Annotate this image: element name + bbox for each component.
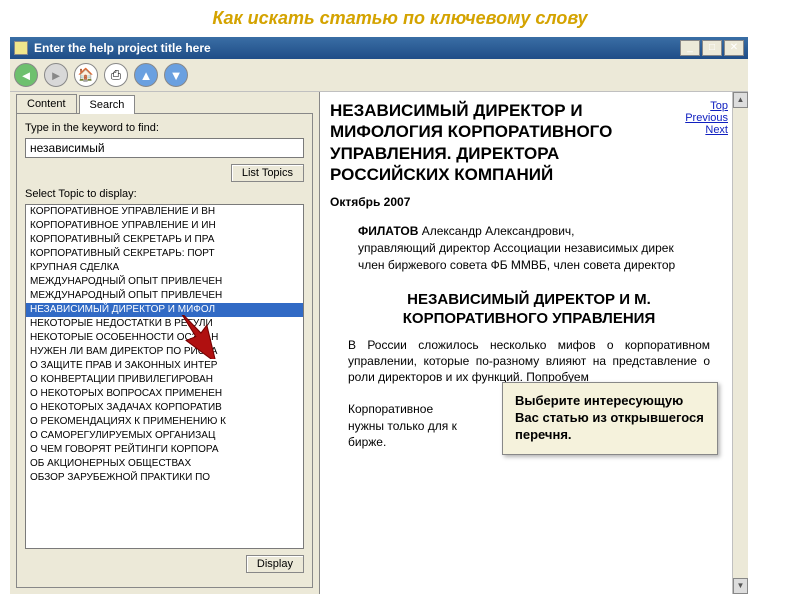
link-previous[interactable]: Previous: [676, 112, 728, 124]
author-surname: ФИЛАТОВ: [358, 224, 418, 238]
window-title: Enter the help project title here: [34, 41, 678, 55]
topic-list[interactable]: КОРПОРАТИВНОЕ УПРАВЛЕНИЕ И ВНКОРПОРАТИВН…: [25, 204, 304, 549]
author-block: ФИЛАТОВ Александр Александрович, управля…: [358, 223, 728, 273]
toolbar: ◄ ► 🏠 ⎙ ▲ ▼: [10, 59, 748, 92]
home-button[interactable]: 🏠: [74, 63, 98, 87]
minimize-button[interactable]: _: [680, 40, 700, 56]
display-button[interactable]: Display: [246, 555, 304, 573]
topic-item[interactable]: КОРПОРАТИВНЫЙ СЕКРЕТАРЬ И ПРА: [26, 233, 303, 247]
sidebar: Content Search Type in the keyword to fi…: [10, 92, 320, 594]
topic-item[interactable]: О НЕКОТОРЫХ ЗАДАЧАХ КОРПОРАТИВ: [26, 401, 303, 415]
topic-item[interactable]: О РЕКОМЕНДАЦИЯХ К ПРИМЕНЕНИЮ К: [26, 415, 303, 429]
topic-item[interactable]: КРУПНАЯ СДЕЛКА: [26, 261, 303, 275]
select-topic-label: Select Topic to display:: [25, 188, 304, 200]
topic-item[interactable]: О КОНВЕРТАЦИИ ПРИВИЛЕГИРОВАН: [26, 373, 303, 387]
close-button[interactable]: ✕: [724, 40, 744, 56]
tab-search[interactable]: Search: [79, 95, 136, 114]
maximize-button[interactable]: □: [702, 40, 722, 56]
paragraph-1: В России сложилось несколько мифов о кор…: [348, 337, 710, 386]
link-top[interactable]: Top: [676, 100, 728, 112]
app-icon: [14, 41, 28, 55]
topic-item[interactable]: МЕЖДУНАРОДНЫЙ ОПЫТ ПРИВЛЕЧЕН: [26, 275, 303, 289]
topic-item[interactable]: КОРПОРАТИВНЫЙ СЕКРЕТАРЬ: ПОРТ: [26, 247, 303, 261]
tab-content[interactable]: Content: [16, 94, 77, 113]
help-window: Enter the help project title here _ □ ✕ …: [10, 37, 748, 594]
list-topics-button[interactable]: List Topics: [231, 164, 304, 182]
topic-item[interactable]: ОБ АКЦИОНЕРНЫХ ОБЩЕСТВАХ: [26, 457, 303, 471]
document-date: Октябрь 2007: [330, 195, 728, 209]
page-heading: Как искать статью по ключевому слову: [0, 0, 800, 37]
topic-item[interactable]: КОРПОРАТИВНОЕ УПРАВЛЕНИЕ И ВН: [26, 205, 303, 219]
section-title: НЕЗАВИСИМЫЙ ДИРЕКТОР И М. КОРПОРАТИВНОГО…: [340, 291, 718, 329]
author-line-1: управляющий директор Ассоциации независи…: [358, 241, 674, 255]
topic-item[interactable]: О ЗАЩИТЕ ПРАВ И ЗАКОННЫХ ИНТЕР: [26, 359, 303, 373]
topic-item[interactable]: КОРПОРАТИВНОЕ УПРАВЛЕНИЕ И ИН: [26, 219, 303, 233]
print-button[interactable]: ⎙: [104, 63, 128, 87]
instruction-callout: Выберите интересующую Вас статью из откр…: [502, 382, 718, 455]
scroll-up-button[interactable]: ▲: [134, 63, 158, 87]
titlebar: Enter the help project title here _ □ ✕: [10, 37, 748, 59]
content-pane: НЕЗАВИСИМЫЙ ДИРЕКТОР И МИФОЛОГИЯ КОРПОРА…: [320, 92, 748, 594]
topic-item[interactable]: О САМОРЕГУЛИРУЕМЫХ ОРГАНИЗАЦ: [26, 429, 303, 443]
scroll-down-button[interactable]: ▼: [164, 63, 188, 87]
topic-item[interactable]: НЕКОТОРЫЕ НЕДОСТАТКИ В РЕГУЛИ: [26, 317, 303, 331]
tab-strip: Content Search: [16, 94, 313, 113]
search-panel: Type in the keyword to find: List Topics…: [16, 113, 313, 588]
topic-item[interactable]: О НЕКОТОРЫХ ВОПРОСАХ ПРИМЕНЕН: [26, 387, 303, 401]
author-line-2: член биржевого совета ФБ ММВБ, член сове…: [358, 258, 675, 272]
keyword-input[interactable]: [25, 138, 304, 158]
document-title: НЕЗАВИСИМЫЙ ДИРЕКТОР И МИФОЛОГИЯ КОРПОРА…: [330, 100, 668, 185]
link-next[interactable]: Next: [676, 124, 728, 136]
topic-item[interactable]: ОБЗОР ЗАРУБЕЖНОЙ ПРАКТИКИ ПО: [26, 471, 303, 485]
forward-button[interactable]: ►: [44, 63, 68, 87]
back-button[interactable]: ◄: [14, 63, 38, 87]
topic-item[interactable]: НЕКОТОРЫЕ ОСОБЕННОСТИ ОСЗДАН: [26, 331, 303, 345]
topic-item[interactable]: О ЧЕМ ГОВОРЯТ РЕЙТИНГИ КОРПОРА: [26, 443, 303, 457]
topic-item[interactable]: НЕЗАВИСИМЫЙ ДИРЕКТОР И МИФОЛ: [26, 303, 303, 317]
author-firstname: Александр Александрович,: [418, 224, 574, 238]
scrollbar[interactable]: [732, 92, 748, 594]
topic-item[interactable]: МЕЖДУНАРОДНЫЙ ОПЫТ ПРИВЛЕЧЕН: [26, 289, 303, 303]
topic-item[interactable]: НУЖЕН ЛИ ВАМ ДИРЕКТОР ПО РИСКА: [26, 345, 303, 359]
nav-links: Top Previous Next: [676, 100, 728, 185]
keyword-label: Type in the keyword to find:: [25, 122, 304, 134]
